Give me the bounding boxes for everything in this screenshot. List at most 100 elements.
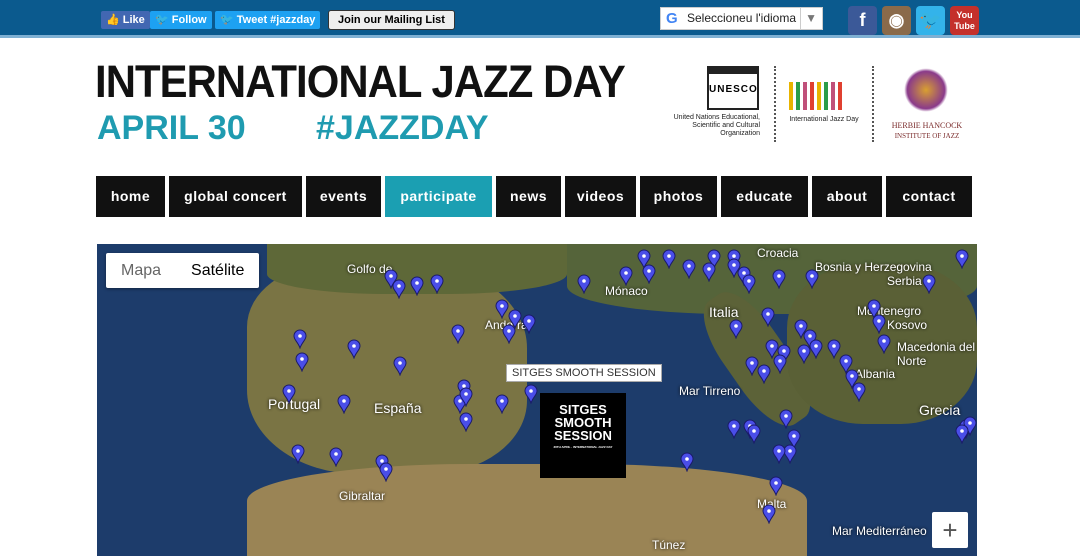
hhij-logo [904,68,948,112]
facebook-icon[interactable]: f [848,6,877,35]
map-label: Túnez [652,538,686,552]
facebook-like-button[interactable]: 👍 Like [101,11,150,29]
map-marker-icon[interactable] [293,329,307,349]
map-marker-icon[interactable] [524,384,538,404]
tweet-button[interactable]: 🐦 Tweet #jazzday [215,11,321,29]
map-marker-icon[interactable] [291,444,305,464]
mailing-list-button[interactable]: Join our Mailing List [328,10,455,30]
nav-home[interactable]: home [96,176,165,217]
site-title: INTERNATIONAL JAZZ DAY [95,56,626,107]
map-marker-icon[interactable] [729,319,743,339]
map-marker-icon[interactable] [459,387,473,407]
map-marker-icon[interactable] [955,424,969,444]
map-marker-icon[interactable] [772,444,786,464]
map-marker-icon[interactable] [757,364,771,384]
map-marker-icon[interactable] [727,419,741,439]
map-label: Croacia [757,246,799,260]
nav-global-concert[interactable]: global concert [169,176,302,217]
map-marker-icon[interactable] [852,382,866,402]
date-label: APRIL 30 [97,109,246,147]
map-marker-icon[interactable] [508,309,522,329]
nav-photos[interactable]: photos [640,176,717,217]
marker-tooltip: SITGES SMOOTH SESSION [506,364,662,382]
map-marker-icon[interactable] [702,262,716,282]
map-label: Macedonia del Norte [897,340,976,368]
map-type-control: Mapa Satélite [106,253,260,288]
map-marker-icon[interactable] [379,462,393,482]
nav-contact[interactable]: contact [886,176,972,217]
map-marker-icon[interactable] [742,274,756,294]
instagram-icon[interactable]: ◉ [882,6,911,35]
partner-logos: UNESCO United Nations Educational, Scien… [672,62,980,144]
map-marker-icon[interactable] [662,249,676,269]
nav-about[interactable]: about [812,176,882,217]
map-marker-icon[interactable] [955,249,969,269]
map-marker-icon[interactable] [459,412,473,432]
map-marker-icon[interactable] [577,274,591,294]
map-marker-icon[interactable] [762,504,776,524]
unesco-caption: United Nations Educational, Scientific a… [673,114,760,137]
twitter-icon[interactable]: 🐦 [916,6,945,35]
map-marker-icon[interactable] [393,356,407,376]
iberia-land [247,264,527,474]
map-label: Albania [855,367,896,381]
map-marker-icon[interactable] [522,314,536,334]
hhij-sub: Institute of Jazz [894,132,960,140]
map-marker-icon[interactable] [747,424,761,444]
map-marker-icon[interactable] [805,269,819,289]
main-nav: home global concert events participate news v… [96,176,977,217]
nav-participate[interactable]: participate [385,176,492,217]
map-type-map-button[interactable]: Mapa [106,253,176,288]
map-marker-icon[interactable] [682,259,696,279]
unesco-logo: UNESCO [707,66,759,110]
divider [872,66,874,142]
map-marker-icon[interactable] [872,314,886,334]
map-marker-icon[interactable] [809,339,823,359]
africa-land [247,464,807,556]
hashtag-label: #JAZZDAY [316,109,489,147]
events-map[interactable]: Mapa Satélite Golfo de Croacia Bosnia y He… [97,244,977,556]
chevron-down-icon: ▼ [800,8,817,29]
map-marker-icon[interactable] [772,269,786,289]
map-label: Bosnia y Herzegovina [815,260,932,274]
map-label: Mónaco [605,284,648,298]
nav-events[interactable]: events [306,176,381,217]
map-marker-icon[interactable] [347,339,361,359]
map-marker-icon[interactable] [680,452,694,472]
map-marker-icon[interactable] [495,394,509,414]
map-marker-icon[interactable] [773,354,787,374]
twitter-follow-button[interactable]: 🐦 Follow [150,11,212,29]
map-label: Italia [709,304,739,320]
nav-videos[interactable]: videos [565,176,636,217]
map-marker-icon[interactable] [329,447,343,467]
map-type-satellite-button[interactable]: Satélite [176,253,259,288]
nav-news[interactable]: news [496,176,561,217]
map-marker-icon[interactable] [392,279,406,299]
map-marker-icon[interactable] [761,307,775,327]
hhij-name: Herbie Hancock [891,121,963,130]
nav-educate[interactable]: educate [721,176,808,217]
map-marker-icon[interactable] [797,344,811,364]
language-select[interactable]: G Seleccioneu l'idioma ▼ [660,7,823,30]
map-marker-icon[interactable] [619,266,633,286]
event-poster[interactable]: SITGES SMOOTH SESSION 30TH APRIL · INTERN… [540,393,626,478]
map-marker-icon[interactable] [745,356,759,376]
map-label: Grecia [919,402,961,418]
map-marker-icon[interactable] [769,476,783,496]
map-marker-icon[interactable] [922,274,936,294]
map-marker-icon[interactable] [282,384,296,404]
ijd-logo [789,82,845,110]
map-marker-icon[interactable] [430,274,444,294]
map-marker-icon[interactable] [295,352,309,372]
map-marker-icon[interactable] [779,409,793,429]
map-marker-icon[interactable] [337,394,351,414]
youtube-icon[interactable]: You Tube [950,6,979,35]
zoom-in-button[interactable]: + [932,512,968,548]
map-label: España [374,400,422,416]
map-marker-icon[interactable] [495,299,509,319]
ijd-caption: International Jazz Day [789,116,859,123]
map-marker-icon[interactable] [642,264,656,284]
map-marker-icon[interactable] [410,276,424,296]
map-marker-icon[interactable] [451,324,465,344]
map-marker-icon[interactable] [877,334,891,354]
